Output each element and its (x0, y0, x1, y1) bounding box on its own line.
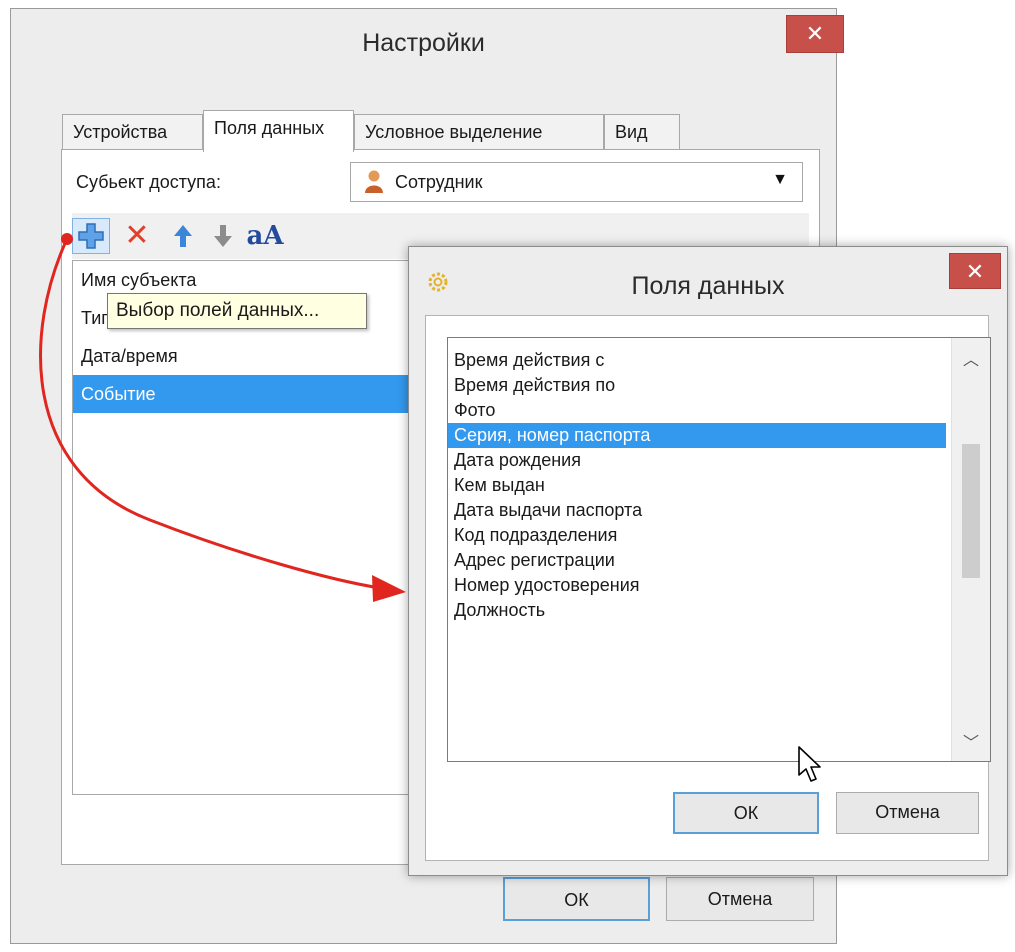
subject-label: Субьект доступа: (76, 172, 221, 192)
move-down-button[interactable] (204, 218, 242, 254)
subject-select[interactable]: Сотрудник ▼ (350, 162, 803, 202)
settings-window-title: Настройки (362, 29, 485, 57)
move-down-icon (214, 225, 232, 247)
person-icon (365, 170, 383, 193)
list-item[interactable]: Время действия с (448, 348, 946, 373)
list-item-selected[interactable]: Серия, номер паспорта (448, 423, 946, 448)
dialog-close-button[interactable]: ✕ (949, 253, 1001, 289)
tab-conditional-highlight[interactable]: Условное выделение (354, 114, 604, 150)
delete-field-button[interactable]: ✕ (118, 218, 156, 254)
dialog-cancel-button[interactable]: Отмена (836, 792, 979, 834)
dialog-title: Поля данных (631, 272, 785, 300)
cancel-button[interactable]: Отмена (666, 877, 814, 921)
move-up-button[interactable] (164, 218, 202, 254)
scroll-thumb[interactable] (962, 444, 980, 578)
chevron-down-icon[interactable]: ▼ (772, 171, 788, 189)
list-item[interactable]: Должность (448, 598, 946, 623)
list-item-selected[interactable]: Событие (73, 375, 433, 413)
list-item[interactable]: Дата выдачи паспорта (448, 498, 946, 523)
tooltip: Выбор полей данных... (107, 293, 367, 329)
delete-icon: ✕ (124, 219, 150, 252)
vertical-scrollbar[interactable]: ︿ ﹀ (951, 338, 990, 761)
scroll-down-icon[interactable]: ﹀ (952, 729, 990, 753)
list-item[interactable]: Номер удостоверения (448, 573, 946, 598)
mouse-cursor-icon (798, 746, 821, 782)
font-icon: aA (246, 221, 284, 251)
font-button[interactable]: aA (246, 218, 284, 254)
list-item[interactable]: Кем выдан (448, 473, 946, 498)
list-item[interactable]: Фото (448, 398, 946, 423)
list-item[interactable]: Код подразделения (448, 523, 946, 548)
settings-close-button[interactable]: ✕ (786, 15, 844, 53)
list-item[interactable]: Время действия по (448, 373, 946, 398)
available-fields-list[interactable]: Время действия с Время действия по Фото … (447, 337, 991, 762)
add-fields-button[interactable] (72, 218, 110, 254)
list-item[interactable]: Дата рождения (448, 448, 946, 473)
dialog-ok-button[interactable]: ОК (673, 792, 819, 834)
tab-devices[interactable]: Устройства (62, 114, 203, 150)
list-item[interactable]: Дата/время (73, 337, 433, 375)
data-fields-dialog: Поля данных ✕ Время действия с Время дей… (408, 246, 1008, 876)
list-item[interactable]: Адрес регистрации (448, 548, 946, 573)
dialog-panel: Время действия с Время действия по Фото … (425, 315, 991, 861)
ok-button[interactable]: ОК (503, 877, 650, 921)
tab-view[interactable]: Вид (604, 114, 680, 150)
scroll-up-icon[interactable]: ︿ (952, 346, 990, 370)
move-up-icon (174, 225, 192, 247)
tab-data-fields[interactable]: Поля данных (203, 110, 354, 152)
add-fields-icon (78, 223, 104, 249)
subject-select-value: Сотрудник (395, 172, 483, 192)
